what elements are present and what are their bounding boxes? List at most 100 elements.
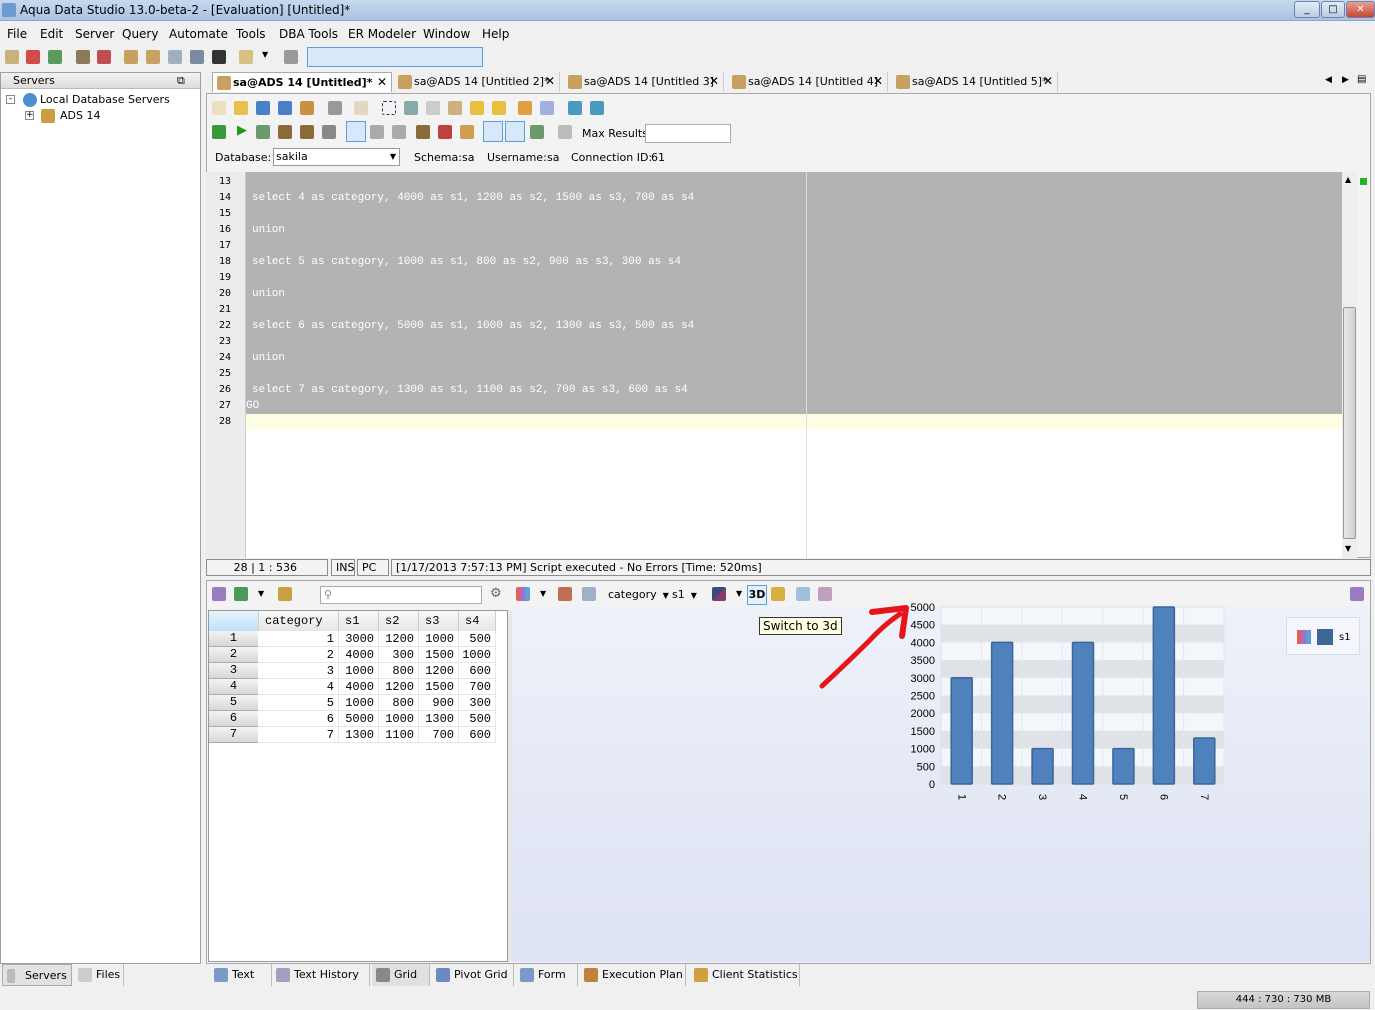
pivot-icon[interactable] [558,587,572,601]
bar-chart-icon[interactable] [516,587,530,601]
transaction-icon[interactable] [460,125,474,139]
menu-edit[interactable]: Edit [40,27,63,41]
max-results-input[interactable] [645,124,731,143]
grid-cell[interactable]: 1000 [339,663,379,679]
tab-servers[interactable]: Servers [2,964,72,986]
tab-grid[interactable]: Grid [372,964,430,986]
undo-icon[interactable] [470,101,484,115]
comment-icon[interactable] [518,101,532,115]
column-header-category[interactable]: category [259,611,339,631]
column-header-s1[interactable]: s1 [339,611,379,631]
grid-cell[interactable]: 1500 [419,647,459,663]
menu-er-modeler[interactable]: ER Modeler [348,27,416,41]
grid-cell[interactable]: 500 [459,711,496,727]
select-icon[interactable] [382,101,396,115]
restore-panel-icon[interactable]: ⧉ [177,74,185,88]
script-icon[interactable] [239,50,253,64]
column-header-s2[interactable]: s2 [379,611,419,631]
tab-untitled[interactable]: sa@ADS 14 [Untitled]* ✕ [212,72,392,92]
column-header-s4[interactable]: s4 [459,611,496,631]
close-tab-icon[interactable]: ✕ [545,72,555,91]
tree-item-ads-14[interactable]: ADS 14 [60,109,100,122]
legend-icon[interactable] [796,587,810,601]
tab-untitled-5[interactable]: sa@ADS 14 [Untitled 5]* ✕ [892,72,1058,92]
tab-execution-plan[interactable]: Execution Plan [580,964,686,986]
tab-untitled-4[interactable]: sa@ADS 14 [Untitled 4] ✕ [728,72,888,92]
close-tab-icon[interactable]: ✕ [1043,72,1053,91]
row-number[interactable]: 6 [209,711,258,727]
switch-to-3d-button[interactable]: 3D [747,585,767,605]
maximize-button[interactable]: □ [1321,1,1345,18]
results-options-icon[interactable] [530,125,544,139]
explain-icon[interactable] [278,125,292,139]
grid-cell[interactable]: 4000 [339,647,379,663]
copy-icon[interactable] [426,101,440,115]
tab-list-icon[interactable]: ▤ [1357,74,1366,85]
chart-bar-width-icon[interactable] [771,587,785,601]
grid-cell[interactable]: 3000 [339,631,379,647]
excel-export-icon[interactable] [234,587,248,601]
results-grid[interactable]: category s1 s2 s3 s4 1 1 3000 1200 1000 500 2 2 4000 3… [208,610,508,962]
grid-cell[interactable]: 4 [259,679,339,695]
menu-server[interactable]: Server [75,27,114,41]
scroll-down-icon[interactable]: ▼ [1345,544,1351,553]
grid-cell[interactable]: 300 [459,695,496,711]
grid-cell[interactable]: 1000 [339,695,379,711]
row-number[interactable]: 5 [209,695,258,711]
uncomment-icon[interactable] [540,101,554,115]
disconnect-icon[interactable] [97,50,111,64]
query-settings-icon[interactable] [558,125,572,139]
tab-text[interactable]: Text [210,964,272,986]
editor-vertical-scrollbar[interactable]: ▲ ▼ [1342,172,1357,558]
grid-cell[interactable]: 4000 [339,679,379,695]
grid-cell[interactable]: 1000 [459,647,496,663]
scroll-tabs-left-icon[interactable]: ◀ [1325,75,1332,85]
query-window-3-icon[interactable] [168,50,182,64]
menu-dba-tools[interactable]: DBA Tools [279,27,338,41]
chart-type-dropdown-icon[interactable]: ▼ [540,589,546,598]
server-properties-icon[interactable] [76,50,90,64]
grid-cell[interactable]: 5 [259,695,339,711]
grid-cell[interactable]: 1000 [379,711,419,727]
tab-files[interactable]: Files [74,964,124,986]
grid-cell[interactable]: 1300 [339,727,379,743]
close-button[interactable]: ✕ [1346,1,1375,18]
query-window-2-icon[interactable] [146,50,160,64]
execute-all-icon[interactable] [212,125,226,139]
cut-icon[interactable] [404,101,418,115]
paste-icon[interactable] [448,101,462,115]
grid-cell[interactable]: 600 [459,663,496,679]
parameters-icon[interactable] [416,125,430,139]
lowercase-icon[interactable] [568,101,582,115]
results-search-input[interactable]: ⚲ [320,586,482,604]
execute-selected-icon[interactable] [256,125,270,139]
sql-editor[interactable]: select 4 as category, 4000 as s1, 1200 a… [246,172,1342,558]
grid-cell[interactable]: 1500 [419,679,459,695]
results-menu-icon[interactable] [1350,587,1364,601]
grid-cell[interactable]: 600 [459,727,496,743]
row-number[interactable]: 2 [209,647,258,663]
menu-window[interactable]: Window [423,27,470,41]
close-tab-icon[interactable]: ✕ [377,73,387,92]
uppercase-icon[interactable] [590,101,604,115]
scrollbar-thumb[interactable] [1343,307,1356,539]
unregister-server-icon[interactable] [26,50,40,64]
scroll-tabs-right-icon[interactable]: ▶ [1342,75,1349,85]
execute-icon[interactable]: ▶ [237,123,247,138]
explain-plan-icon[interactable] [300,125,314,139]
grid-cell[interactable]: 2 [259,647,339,663]
results-split-toggle[interactable] [505,121,525,142]
refresh-icon[interactable] [278,587,292,601]
export-icon[interactable] [212,587,226,601]
format-icon[interactable] [354,101,368,115]
new-file-icon[interactable] [212,101,226,115]
row-number[interactable]: 3 [209,663,258,679]
schema-browser-icon[interactable] [190,50,204,64]
x-axis-select[interactable]: category ▼ [608,588,669,601]
commit-icon[interactable] [370,125,384,139]
redo-icon[interactable] [492,101,506,115]
grid-cell[interactable]: 1300 [419,711,459,727]
tab-untitled-3[interactable]: sa@ADS 14 [Untitled 3] ✕ [564,72,724,92]
row-number[interactable]: 4 [209,679,258,695]
database-select[interactable]: sakila ▼ [273,148,400,166]
